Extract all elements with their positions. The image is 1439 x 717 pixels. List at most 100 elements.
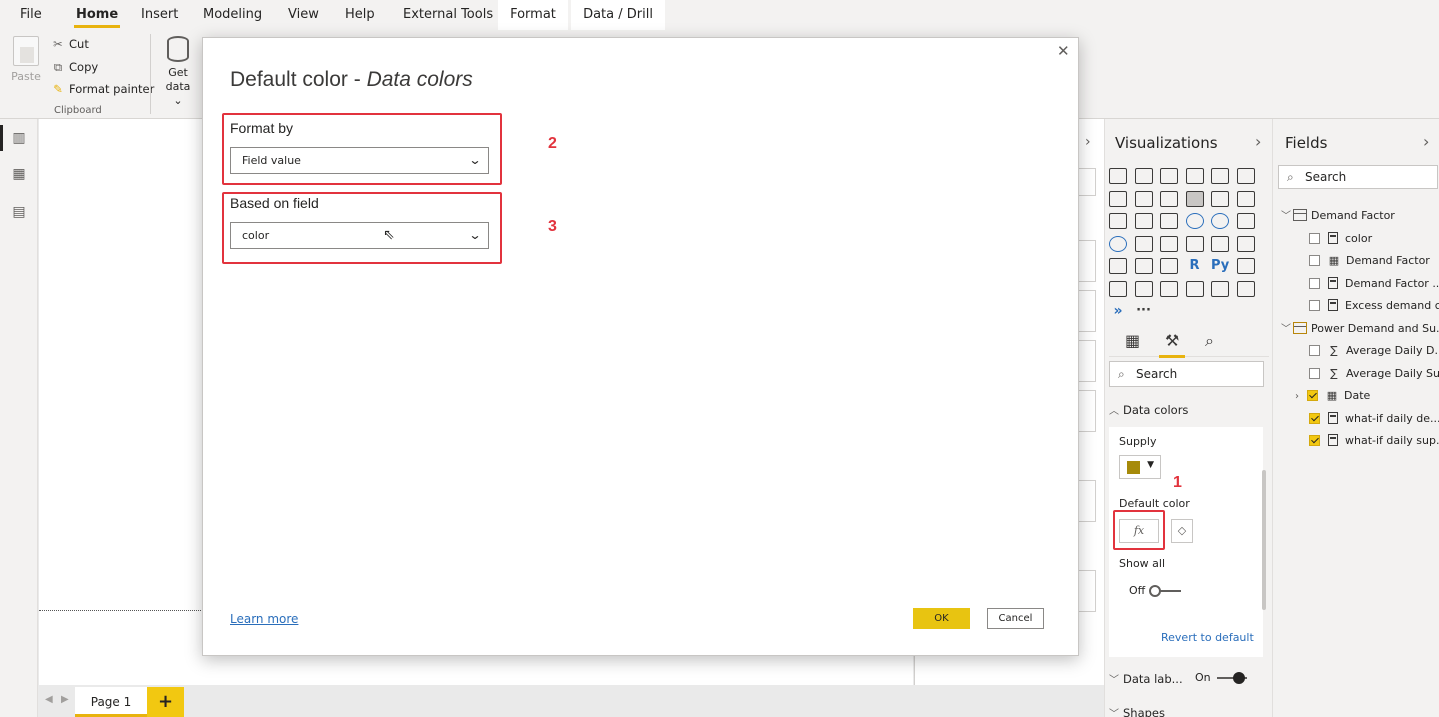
- field-checkbox[interactable]: [1309, 277, 1320, 289]
- field-checkbox[interactable]: [1309, 344, 1320, 356]
- filter-card[interactable]: [1078, 290, 1096, 332]
- collapse-fields-icon[interactable]: ›: [1423, 132, 1429, 151]
- field-item[interactable]: ∑Average Daily Su...: [1309, 364, 1439, 384]
- tab-help[interactable]: Help: [335, 0, 385, 30]
- supply-color-picker[interactable]: ▼: [1119, 455, 1161, 479]
- cancel-button[interactable]: Cancel: [987, 608, 1044, 629]
- analytics-magnifier-icon[interactable]: ⌕: [1205, 331, 1214, 351]
- tab-data-drill[interactable]: Data / Drill: [571, 0, 665, 30]
- data-labels-toggle[interactable]: On: [1195, 671, 1247, 685]
- area-chart-icon[interactable]: [1134, 190, 1153, 207]
- tab-format[interactable]: Format: [498, 0, 568, 30]
- stacked-area-chart-icon[interactable]: [1160, 190, 1178, 207]
- get-data-button[interactable]: Get data ⌄: [160, 36, 196, 108]
- line-and-column-chart-icon[interactable]: [1185, 190, 1204, 207]
- eraser-icon[interactable]: ◇: [1171, 519, 1193, 543]
- table-power-demand[interactable]: ﹀ Power Demand and Su...: [1281, 319, 1439, 339]
- next-page-icon[interactable]: ▶: [61, 694, 69, 705]
- filter-card[interactable]: [1078, 340, 1096, 382]
- filter-card[interactable]: [1078, 168, 1096, 196]
- 100-stacked-column-chart-icon[interactable]: [1236, 168, 1255, 184]
- clustered-column-chart-icon[interactable]: [1185, 168, 1204, 184]
- field-checkbox[interactable]: [1309, 412, 1320, 424]
- learn-more-link[interactable]: Learn more: [230, 612, 298, 626]
- field-item[interactable]: what-if daily de...: [1309, 409, 1439, 429]
- close-icon[interactable]: ✕: [1057, 42, 1070, 60]
- tab-external-tools[interactable]: External Tools: [393, 0, 503, 30]
- key-influencers-icon[interactable]: [1236, 258, 1255, 274]
- chevron-right-icon[interactable]: ›: [1295, 387, 1307, 407]
- python-visual-icon[interactable]: Py: [1211, 258, 1229, 274]
- paginated-report-icon[interactable]: [1185, 280, 1204, 297]
- tab-insert[interactable]: Insert: [131, 0, 188, 30]
- cut-button[interactable]: ✂ Cut: [50, 34, 89, 54]
- tab-modeling[interactable]: Modeling: [193, 0, 272, 30]
- format-painter-button[interactable]: ✎ Format painter: [50, 79, 154, 99]
- tab-home[interactable]: Home: [66, 0, 128, 30]
- field-item[interactable]: Demand Factor ...: [1309, 274, 1439, 294]
- power-apps-icon[interactable]: [1211, 280, 1229, 297]
- show-all-toggle[interactable]: Off: [1129, 584, 1182, 598]
- filter-card[interactable]: [1078, 570, 1096, 612]
- clustered-bar-chart-icon[interactable]: [1160, 168, 1178, 184]
- map-icon[interactable]: [1109, 235, 1127, 252]
- power-automate-icon[interactable]: [1236, 280, 1255, 297]
- filter-card[interactable]: [1078, 240, 1096, 282]
- field-item[interactable]: what-if daily sup...: [1309, 431, 1439, 451]
- format-paintroller-icon[interactable]: ⚒: [1158, 331, 1186, 358]
- fields-search-input[interactable]: ⌕ Search: [1278, 165, 1438, 189]
- qna-icon[interactable]: [1134, 280, 1153, 297]
- decomposition-tree-icon[interactable]: [1109, 280, 1127, 297]
- stacked-column-chart-icon[interactable]: [1134, 168, 1153, 184]
- filter-card[interactable]: [1078, 480, 1096, 522]
- filled-map-icon[interactable]: [1134, 235, 1153, 252]
- table-demand-factor[interactable]: ﹀ Demand Factor: [1281, 206, 1395, 226]
- tab-file[interactable]: File: [10, 0, 52, 30]
- format-by-select[interactable]: Field value ⌄: [230, 147, 489, 174]
- field-item-date[interactable]: › ▦ Date: [1295, 386, 1370, 406]
- field-item[interactable]: color: [1309, 229, 1372, 249]
- field-item[interactable]: ▦ Demand Factor: [1309, 251, 1430, 271]
- more-visuals-icon[interactable]: ···: [1135, 303, 1153, 319]
- collapse-visualizations-icon[interactable]: ›: [1255, 132, 1261, 151]
- add-page-button[interactable]: +: [147, 687, 184, 717]
- field-item[interactable]: Excess demand c...: [1309, 296, 1439, 316]
- data-colors-section-header[interactable]: ︿ Data colors: [1109, 402, 1188, 417]
- field-checkbox[interactable]: [1309, 254, 1320, 266]
- r-visual-icon[interactable]: R: [1186, 258, 1204, 274]
- field-checkbox[interactable]: [1309, 299, 1320, 311]
- smart-narrative-icon[interactable]: [1160, 280, 1178, 297]
- fields-well-icon[interactable]: ▦: [1125, 331, 1140, 350]
- card-icon[interactable]: [1185, 235, 1204, 252]
- slicer-icon[interactable]: [1109, 258, 1127, 274]
- data-view-icon[interactable]: ▦: [11, 167, 27, 181]
- format-search-input[interactable]: ⌕ Search: [1109, 361, 1264, 387]
- tab-view[interactable]: View: [278, 0, 329, 30]
- line-and-clustered-column-chart-icon[interactable]: [1211, 190, 1229, 207]
- field-checkbox[interactable]: [1309, 232, 1320, 244]
- donut-chart-icon[interactable]: [1211, 213, 1229, 229]
- data-labels-section-header[interactable]: ﹀ Data lab...: [1109, 671, 1183, 686]
- report-view-icon[interactable]: ▥: [0, 125, 27, 151]
- table-icon[interactable]: [1134, 258, 1153, 274]
- multi-row-card-icon[interactable]: [1211, 235, 1229, 252]
- ribbon-chart-icon[interactable]: [1236, 190, 1255, 207]
- filters-expand-chevron-icon[interactable]: ›: [1085, 134, 1091, 150]
- page-tab-1[interactable]: Page 1: [75, 687, 147, 717]
- pie-chart-icon[interactable]: [1185, 213, 1204, 229]
- based-on-field-select[interactable]: color ⌄: [230, 222, 489, 249]
- 100-stacked-bar-chart-icon[interactable]: [1211, 168, 1229, 184]
- revert-to-default-link[interactable]: Revert to default: [1161, 631, 1254, 644]
- power-bi-icon[interactable]: »: [1109, 303, 1127, 319]
- model-view-icon[interactable]: ▤: [11, 205, 27, 219]
- filter-card[interactable]: [1078, 390, 1096, 432]
- field-checkbox[interactable]: [1309, 367, 1320, 379]
- funnel-chart-icon[interactable]: [1134, 213, 1153, 229]
- treemap-icon[interactable]: [1236, 213, 1255, 229]
- kpi-icon[interactable]: [1236, 235, 1255, 252]
- field-item[interactable]: ∑ Average Daily D...: [1309, 341, 1439, 361]
- paste-button[interactable]: Paste: [10, 36, 42, 83]
- prev-page-icon[interactable]: ◀: [45, 694, 53, 705]
- line-chart-icon[interactable]: [1109, 190, 1127, 207]
- field-checkbox[interactable]: [1309, 434, 1320, 446]
